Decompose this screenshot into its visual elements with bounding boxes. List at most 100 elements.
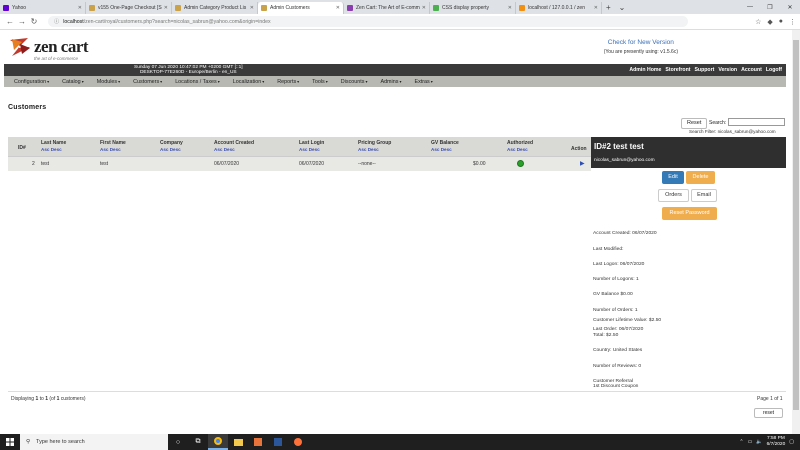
zen-cart-logo[interactable]: zen cart the art of e-commerce: [8, 36, 89, 61]
page-scrollbar[interactable]: [792, 30, 800, 434]
tab-label: CSS display property: [442, 5, 489, 11]
system-clock[interactable]: 7:58 PM 6/7/2020: [767, 436, 786, 448]
sort-desc-link[interactable]: Desc: [51, 147, 62, 152]
row-action-arrow-icon[interactable]: ▶: [580, 160, 585, 167]
menu-item[interactable]: Discounts▾: [341, 79, 368, 85]
top-link[interactable]: Admin Home: [629, 67, 661, 73]
orders-button[interactable]: Orders: [658, 189, 689, 202]
top-link[interactable]: Storefront: [665, 67, 690, 73]
top-link[interactable]: Version: [718, 67, 737, 73]
authorized-status-icon[interactable]: [517, 160, 524, 167]
tab-close-icon[interactable]: ✕: [336, 5, 340, 11]
windows-start-icon[interactable]: [0, 438, 20, 446]
sort-asc-link[interactable]: Asc: [41, 147, 49, 152]
caret-down-icon: ▾: [399, 78, 402, 84]
maximize-button[interactable]: ❐: [760, 4, 780, 11]
menu-item[interactable]: Modules▾: [97, 79, 120, 85]
top-link[interactable]: Logoff: [766, 67, 782, 73]
menu-item[interactable]: Configuration▾: [14, 79, 49, 85]
tab-close-icon[interactable]: ✕: [594, 5, 598, 11]
sort-desc-link[interactable]: Desc: [224, 147, 235, 152]
sort-asc-link[interactable]: Asc: [431, 147, 439, 152]
browser-tab[interactable]: localhost / 127.0.0.1 / zen ✕: [516, 2, 602, 14]
sort-desc-link[interactable]: Desc: [170, 147, 181, 152]
menu-item[interactable]: Extras▾: [414, 79, 432, 85]
cortana-icon[interactable]: ○: [168, 434, 188, 450]
cell-last-login: 06/07/2020: [299, 161, 325, 167]
menu-item[interactable]: Catalog▾: [62, 79, 84, 85]
sort-asc-link[interactable]: Asc: [100, 147, 108, 152]
forward-icon[interactable]: →: [16, 17, 28, 26]
tray-chevron-icon[interactable]: ⌃: [739, 439, 743, 445]
reset-search-button[interactable]: Reset: [681, 118, 708, 129]
reset-bottom-button[interactable]: reset: [754, 408, 783, 418]
email-button[interactable]: Email: [691, 189, 717, 202]
chrome-taskbar-icon[interactable]: [208, 434, 228, 450]
app-docs-icon[interactable]: [268, 434, 288, 450]
new-tab-button[interactable]: +: [602, 2, 615, 14]
table-row[interactable]: 2 test test 06/07/2020 06/07/2020 --none…: [8, 156, 591, 171]
sort-asc-link[interactable]: Asc: [214, 147, 222, 152]
file-explorer-icon[interactable]: [228, 434, 248, 450]
browser-tab[interactable]: Admin Customers ✕: [258, 2, 344, 14]
scrollbar-thumb[interactable]: [793, 40, 799, 410]
col-last-login: Last Login Asc Desc: [299, 140, 324, 152]
reset-password-button[interactable]: Reset Password: [662, 207, 717, 220]
bookmark-star-icon[interactable]: ☆: [755, 18, 761, 26]
browser-tab[interactable]: v155 One-Page Checkout [S ✕: [86, 2, 172, 14]
sort-asc-link[interactable]: Asc: [160, 147, 168, 152]
search-input[interactable]: [728, 118, 785, 126]
menu-item[interactable]: Localization▾: [233, 79, 265, 85]
sort-asc-link[interactable]: Asc: [507, 147, 515, 152]
delete-button[interactable]: Delete: [686, 171, 715, 184]
tab-close-icon[interactable]: ✕: [78, 5, 82, 11]
reload-icon[interactable]: ↻: [28, 17, 40, 26]
network-icon[interactable]: ▭: [748, 439, 753, 445]
menu-item[interactable]: Reports▾: [277, 79, 299, 85]
minimize-button[interactable]: —: [740, 4, 760, 10]
sort-desc-link[interactable]: Desc: [368, 147, 379, 152]
profile-icon[interactable]: ●: [779, 18, 783, 26]
volume-icon[interactable]: 🔈: [756, 439, 762, 445]
top-link[interactable]: Support: [694, 67, 714, 73]
menu-item[interactable]: Admins▾: [380, 79, 401, 85]
tab-close-icon[interactable]: ✕: [250, 5, 254, 11]
edit-button[interactable]: Edit: [662, 171, 684, 184]
url-field[interactable]: ⓘ localhost /zen-cart/royal/customers.ph…: [48, 16, 688, 27]
menu-icon[interactable]: ⋮: [789, 18, 796, 26]
tab-close-icon[interactable]: ✕: [508, 5, 512, 11]
sort-desc-link[interactable]: Desc: [517, 147, 528, 152]
back-icon[interactable]: ←: [4, 17, 16, 26]
firefox-icon[interactable]: [288, 434, 308, 450]
browser-tab[interactable]: Admin Category Product Lis ✕: [172, 2, 258, 14]
col-pricing-group: Pricing Group Asc Desc: [358, 140, 391, 152]
info-country: Country: United States: [593, 348, 643, 353]
sort-desc-link[interactable]: Desc: [309, 147, 320, 152]
app-orange-icon[interactable]: [248, 434, 268, 450]
browser-tab[interactable]: CSS display property ✕: [430, 2, 516, 14]
extension-icon[interactable]: ◆: [767, 18, 772, 26]
menu-item[interactable]: Locations / Taxes▾: [175, 79, 220, 85]
sort-asc-link[interactable]: Asc: [299, 147, 307, 152]
sort-desc-link[interactable]: Desc: [441, 147, 452, 152]
task-view-icon[interactable]: ⧉: [188, 434, 208, 450]
check-version-link[interactable]: Check for New Version: [604, 39, 678, 46]
panel-title: ID#2 test test: [594, 142, 644, 151]
col-company: Company Asc Desc: [160, 140, 183, 152]
tab-close-icon[interactable]: ✕: [422, 5, 426, 11]
notification-icon[interactable]: ▢: [789, 439, 794, 445]
tab-close-icon[interactable]: ✕: [164, 5, 168, 11]
sort-desc-link[interactable]: Desc: [110, 147, 121, 152]
cell-pricing-group: --none--: [358, 161, 376, 167]
sort-links: Asc Desc: [160, 147, 183, 152]
tab-search-icon[interactable]: ⌄: [615, 2, 630, 14]
browser-tab[interactable]: Zen Cart: The Art of E-comm ✕: [344, 2, 430, 14]
taskbar-search-box[interactable]: ⚲ Type here to search: [20, 434, 168, 450]
caret-down-icon: ▾: [365, 78, 368, 84]
menu-item[interactable]: Tools▾: [312, 79, 328, 85]
sort-asc-link[interactable]: Asc: [358, 147, 366, 152]
close-window-button[interactable]: ✕: [780, 4, 800, 11]
menu-item[interactable]: Customers▾: [133, 79, 162, 85]
top-link[interactable]: Account: [741, 67, 762, 73]
browser-tab[interactable]: Yahoo ✕: [0, 2, 86, 14]
